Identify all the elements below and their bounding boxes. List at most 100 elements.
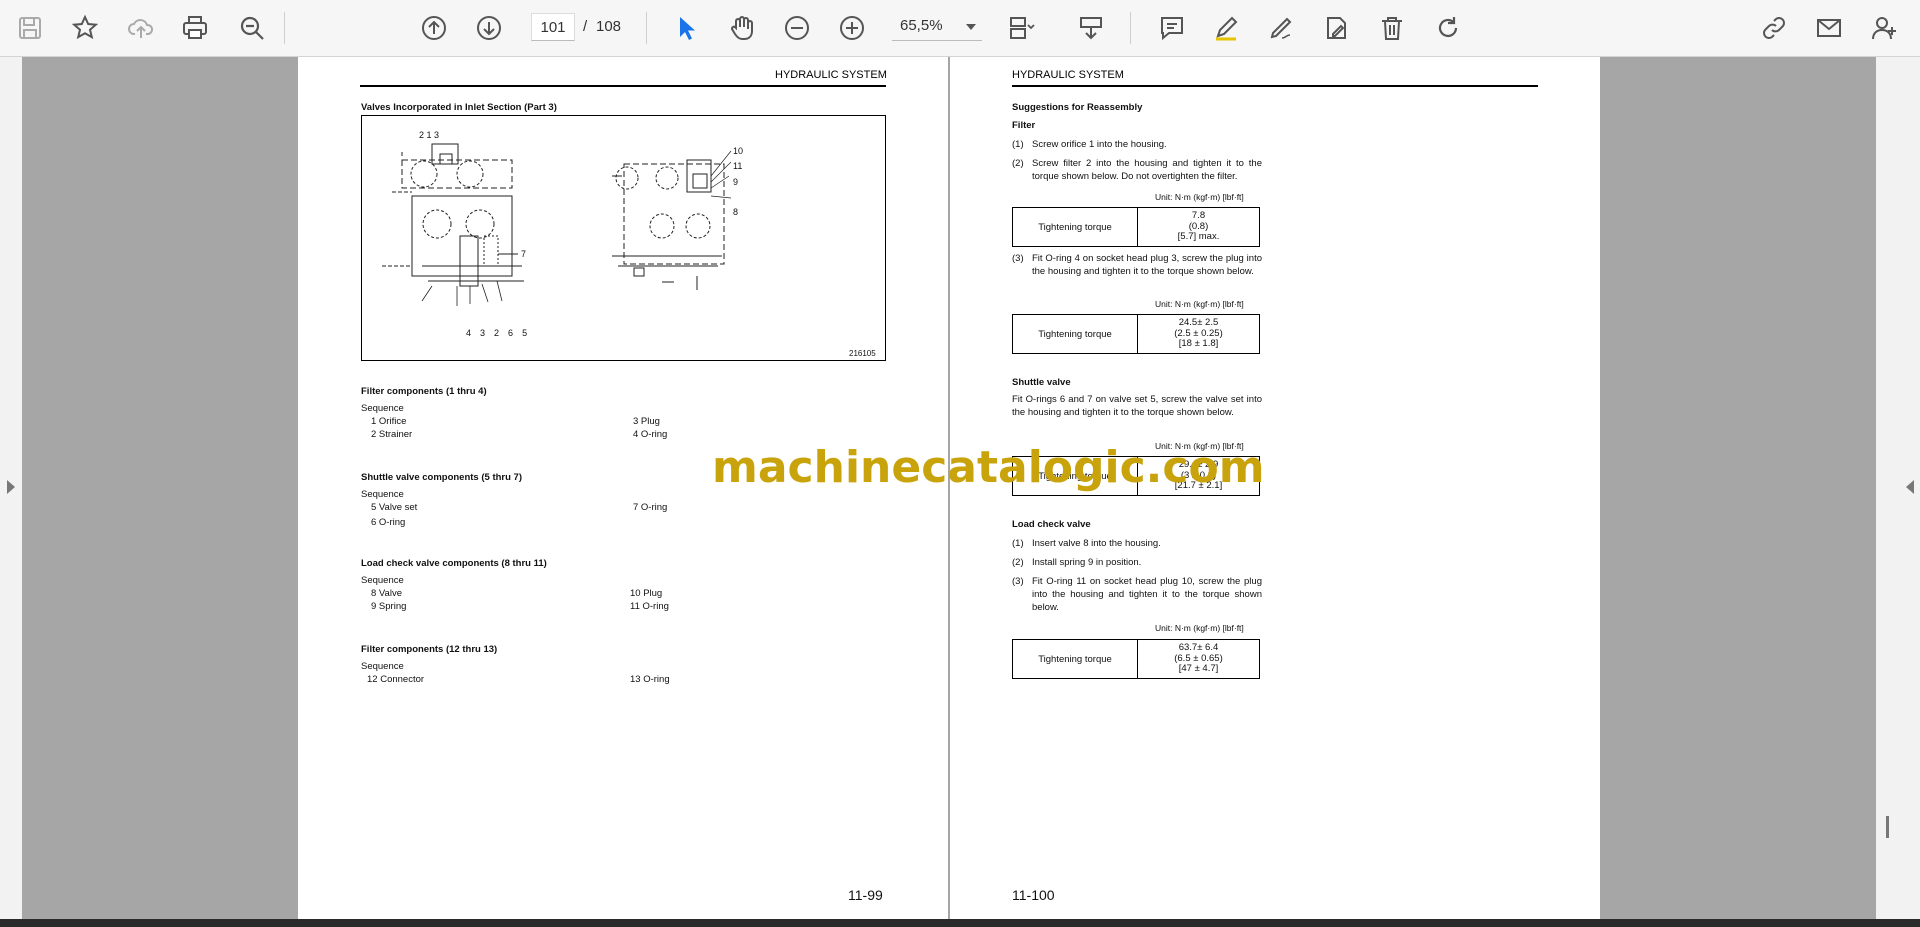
sign-icon[interactable]	[1264, 10, 1300, 46]
part-item: 2 Strainer	[371, 429, 413, 440]
sequence-label: Sequence	[361, 575, 404, 586]
step-number: (2)	[1012, 158, 1024, 169]
unit-label: Unit: N·m (kgf·m) [lbf·ft]	[1155, 299, 1244, 309]
zoom-out-icon[interactable]	[779, 10, 815, 46]
torque-label: Tightening torque	[1013, 315, 1138, 353]
callout-label: 5	[522, 328, 528, 338]
zoom-value: 65,5%	[900, 17, 943, 34]
step-text: Install spring 9 in position.	[1032, 557, 1142, 568]
exploded-diagram: 2 1 3 7 4 3 2 6 5 10 11 9 8 216105	[361, 115, 886, 361]
right-valve-assembly	[612, 150, 732, 290]
part-item: 3 Plug	[633, 416, 660, 427]
unit-label: Unit: N·m (kgf·m) [lbf·ft]	[1155, 623, 1244, 633]
torque-value: [18 ± 1.8]	[1178, 338, 1219, 350]
expand-right-panel-icon[interactable]	[1906, 480, 1914, 494]
parts-group: Filter components (1 thru 4) Sequence 1 …	[361, 385, 881, 440]
step-number: (1)	[1012, 538, 1024, 549]
torque-table: Tightening torque 24.5± 2.5 (2.5 ± 0.25)…	[1012, 314, 1260, 354]
save-icon[interactable]	[12, 10, 48, 46]
callout-label: 2	[494, 328, 500, 338]
step-number: (1)	[1012, 139, 1024, 150]
parts-group: Filter components (12 thru 13) Sequence …	[361, 643, 881, 685]
hand-tool-icon[interactable]	[724, 10, 760, 46]
bookmark-star-icon[interactable]	[67, 10, 103, 46]
part-item: 11 O-ring	[630, 601, 669, 612]
parts-column: 5 Valve set 6 O-ring	[371, 501, 417, 529]
highlight-pen-icon[interactable]	[1208, 10, 1244, 46]
zoom-in-icon[interactable]	[834, 10, 870, 46]
callout-label: 7	[521, 249, 527, 259]
page-header: HYDRAULIC SYSTEM	[1012, 69, 1124, 81]
step: (2) Screw filter 2 into the housing and …	[1012, 157, 1262, 183]
torque-value: [47 ± 4.7]	[1178, 663, 1219, 675]
scrollbar-thumb[interactable]	[1886, 816, 1889, 838]
part-item: 12 Connector	[367, 674, 425, 685]
callout-label: 9	[733, 177, 739, 187]
step: (2) Install spring 9 in position.	[1012, 556, 1262, 569]
toolbar-separator	[1130, 12, 1131, 44]
callout-label: 4	[466, 328, 472, 338]
subsection-title: Filter	[1012, 120, 1036, 131]
step-text: Fit O-ring 4 on socket head plug 3, scre…	[1032, 253, 1262, 277]
current-page-input[interactable]	[531, 13, 575, 41]
step: (1) Insert valve 8 into the housing.	[1012, 537, 1262, 550]
step-text: Screw orifice 1 into the housing.	[1032, 139, 1167, 150]
parts-group: Load check valve components (8 thru 11) …	[361, 557, 881, 612]
parts-column: 3 Plug 4 O-ring	[633, 415, 667, 441]
page-down-icon[interactable]	[471, 10, 507, 46]
step: (3) Fit O-ring 11 on socket head plug 10…	[1012, 575, 1262, 614]
step-text: Fit O-ring 11 on socket head plug 10, sc…	[1032, 576, 1262, 613]
figure-number: 216105	[849, 349, 876, 358]
comment-icon[interactable]	[1154, 10, 1190, 46]
toolbar-separator	[646, 12, 647, 44]
share-link-icon[interactable]	[1756, 10, 1792, 46]
print-icon[interactable]	[177, 10, 213, 46]
step-text: Insert valve 8 into the housing.	[1032, 538, 1161, 549]
part-item: 9 Spring	[371, 601, 407, 612]
page-separator: /	[583, 18, 588, 35]
part-item: 7 O-ring	[633, 502, 668, 513]
group-title: Filter components (12 thru 13)	[361, 644, 498, 655]
cloud-upload-icon[interactable]	[123, 10, 159, 46]
header-rule	[360, 85, 886, 87]
page-fit-icon[interactable]	[1003, 10, 1039, 46]
chevron-down-icon	[966, 24, 976, 30]
sequence-label: Sequence	[361, 661, 404, 672]
step-text: Screw filter 2 into the housing and tigh…	[1032, 158, 1262, 182]
part-item: 10 Plug	[630, 588, 663, 599]
page-up-icon[interactable]	[416, 10, 452, 46]
insert-icon[interactable]	[1073, 10, 1109, 46]
part-item: 8 Valve	[371, 588, 402, 599]
delete-icon[interactable]	[1374, 10, 1410, 46]
part-item: 13 O-ring	[630, 674, 670, 685]
expand-left-panel-icon[interactable]	[7, 480, 15, 494]
zoom-dropdown[interactable]: 65,5%	[892, 13, 982, 41]
torque-values: 7.8 (0.8) [5.7] max.	[1138, 208, 1259, 246]
torque-label: Tightening torque	[1013, 208, 1138, 246]
callout-label: 11	[733, 161, 743, 171]
fill-sign-icon[interactable]	[1319, 10, 1355, 46]
callout-label: 2 1 3	[419, 130, 440, 140]
redo-icon[interactable]	[1430, 10, 1466, 46]
figure-title: Valves Incorporated in Inlet Section (Pa…	[361, 102, 557, 113]
step: (1) Screw orifice 1 into the housing.	[1012, 138, 1262, 151]
paragraph: Fit O-rings 6 and 7 on valve set 5, scre…	[1012, 394, 1262, 418]
parts-column: 8 Valve 9 Spring	[371, 587, 406, 613]
add-user-icon[interactable]	[1866, 10, 1902, 46]
step-number: (3)	[1012, 253, 1024, 264]
part-item: 4 O-ring	[633, 429, 668, 440]
part-item: 1 Orifice	[371, 416, 407, 427]
email-icon[interactable]	[1811, 10, 1847, 46]
group-title: Load check valve components (8 thru 11)	[361, 558, 547, 569]
toolbar-separator	[284, 12, 285, 44]
group-title: Filter components (1 thru 4)	[361, 386, 487, 397]
torque-label: Tightening torque	[1013, 640, 1138, 678]
page-header: HYDRAULIC SYSTEM	[775, 69, 887, 81]
watermark: machinecatalogic.com	[712, 442, 1265, 493]
section-title: Suggestions for Reassembly	[1012, 102, 1143, 113]
parts-column: 10 Plug 11 O-ring	[630, 587, 669, 613]
page-number: 11-100	[1012, 887, 1055, 903]
callout-row: 4 3 2 6 5	[466, 328, 527, 338]
zoom-search-icon[interactable]	[234, 10, 270, 46]
select-cursor-icon[interactable]	[668, 10, 704, 46]
